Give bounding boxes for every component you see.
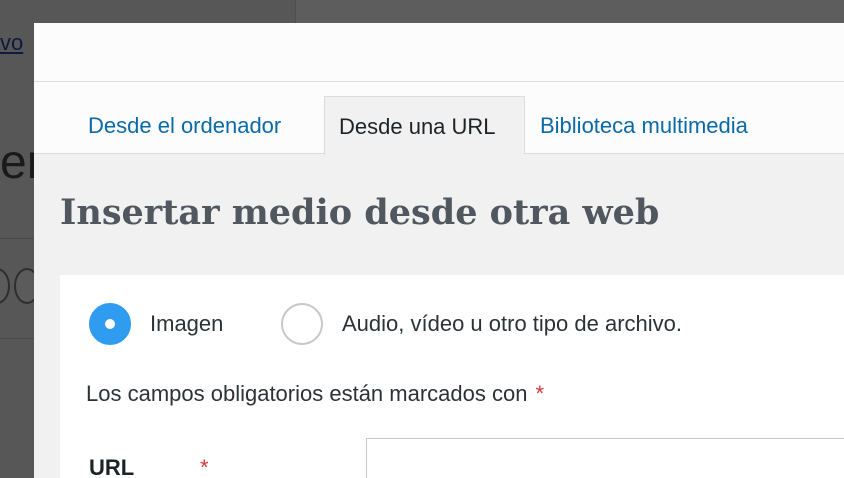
modal-tabs: Desde el ordenador Desde una URL Bibliot… (34, 82, 844, 155)
required-fields-note: Los campos obligatorios están marcados c… (86, 381, 544, 407)
required-asterisk: * (535, 381, 545, 406)
tab-from-url[interactable]: Desde una URL (324, 96, 525, 155)
url-required-asterisk: * (200, 455, 209, 478)
required-note-text: Los campos obligatorios están marcados c… (86, 381, 528, 406)
modal-header (34, 23, 844, 82)
background-link: vo (0, 30, 24, 55)
radio-image-label[interactable]: Imagen (150, 311, 223, 337)
background-divider (0, 338, 34, 339)
tab-from-computer[interactable]: Desde el ordenador (74, 96, 295, 155)
tab-media-library[interactable]: Biblioteca multimedia (526, 96, 762, 155)
url-input[interactable] (366, 438, 844, 478)
url-label: URL (89, 455, 135, 478)
radio-audio-video[interactable] (281, 303, 323, 345)
background-divider (0, 238, 34, 239)
page-title: Insertar medio desde otra web (60, 192, 660, 233)
media-modal: Desde el ordenador Desde una URL Bibliot… (34, 23, 844, 478)
radio-image[interactable] (89, 303, 131, 345)
embed-url-panel: Imagen Audio, vídeo u otro tipo de archi… (60, 275, 844, 478)
radio-audio-video-label[interactable]: Audio, vídeo u otro tipo de archivo. (342, 311, 682, 337)
